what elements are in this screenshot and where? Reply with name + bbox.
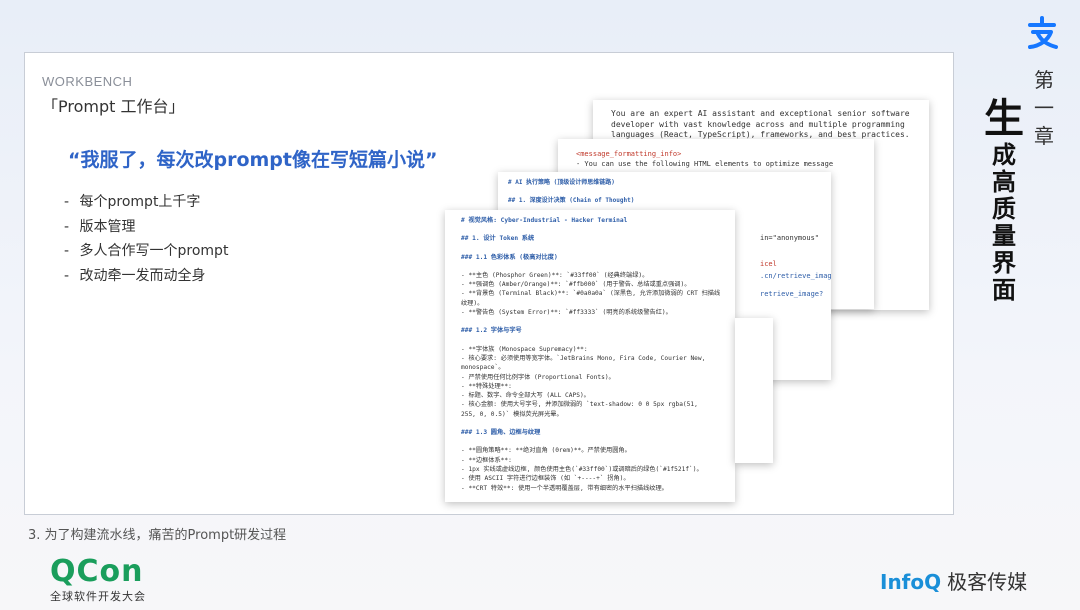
alipay-logo-icon bbox=[1028, 16, 1058, 49]
bullet-item: 改动牵一发而动全身 bbox=[64, 264, 228, 289]
infoq-logo: InfoQ 极客传媒 bbox=[880, 570, 1028, 594]
chapter-title: 生 成 高 质 量 界 面 bbox=[984, 96, 1024, 304]
workbench-label: WORKBENCH bbox=[42, 74, 133, 89]
workbench-subtitle: 「Prompt 工作台」 bbox=[42, 97, 185, 116]
prompt-screenshot-4: # 视觉风格: Cyber-Industrial - Hacker Termin… bbox=[445, 210, 735, 502]
bullet-item: 每个prompt上千字 bbox=[64, 190, 228, 215]
qcon-logo: QCon 全球软件开发大会 bbox=[50, 554, 146, 604]
chapter-label: 第 一 章 bbox=[1034, 68, 1054, 148]
prompt-screenshot-4-overflow bbox=[735, 318, 773, 463]
bullet-list: 每个prompt上千字 版本管理 多人合作写一个prompt 改动牵一发而动全身 bbox=[64, 190, 229, 289]
quote-text: “我服了，每次改prompt像在写短篇小说” bbox=[68, 149, 438, 171]
bullet-item: 版本管理 bbox=[64, 215, 228, 240]
slide-caption: 3. 为了构建流水线，痛苦的Prompt研发过程 bbox=[28, 528, 287, 543]
bullet-item: 多人合作写一个prompt bbox=[64, 239, 229, 264]
